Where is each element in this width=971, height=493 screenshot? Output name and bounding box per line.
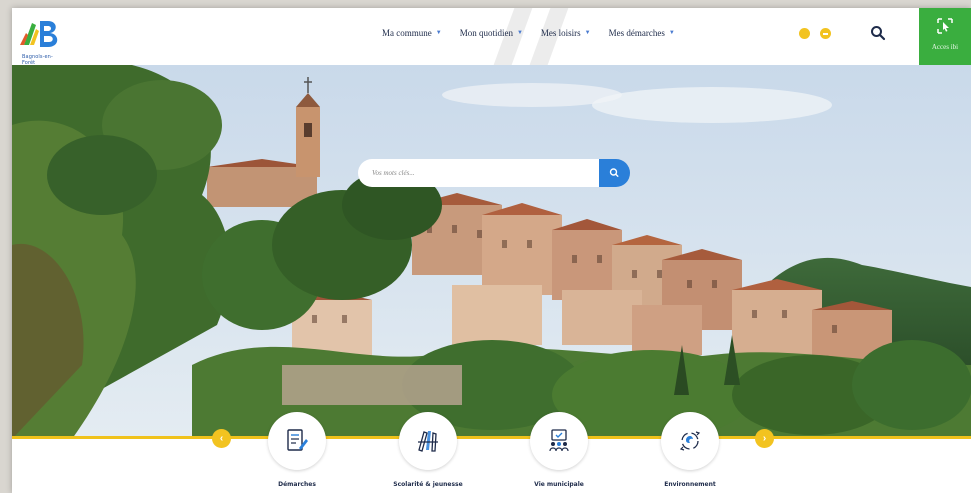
hero-search <box>358 159 630 187</box>
chevron-down-icon: ▼ <box>516 30 523 36</box>
nav-item-mes-loisirs[interactable]: Mes loisirs ▼ <box>541 28 591 38</box>
carousel-prev-button[interactable]: ‹ <box>212 429 231 448</box>
quick-access-circle <box>268 412 326 470</box>
search-input[interactable] <box>358 159 602 187</box>
people-board-icon <box>549 429 569 452</box>
logo-text: Bagnols-en-Forêt <box>22 54 53 66</box>
chevron-down-icon: ▼ <box>584 30 591 36</box>
nav-item-mes-demarches[interactable]: Mes démarches ▼ <box>609 28 675 38</box>
chevron-left-icon: ‹ <box>219 433 224 444</box>
nav-item-label: Mes démarches <box>608 28 665 38</box>
main-nav: Ma commune ▼ Mon quotidien ▼ Mes loisirs… <box>382 28 693 38</box>
chevron-down-icon: ▼ <box>435 30 442 36</box>
accessibility-button[interactable]: Acces ibi <box>919 8 971 65</box>
village-photo <box>12 65 971 439</box>
document-pen-icon <box>287 429 308 451</box>
quick-access-label: Scolarité & jeunesse <box>393 481 463 488</box>
quick-access-bar <box>12 436 971 493</box>
contrast-toggle-icon[interactable] <box>799 28 810 39</box>
quick-access-circle <box>399 412 457 470</box>
quick-access-label: Vie municipale <box>534 481 584 488</box>
nav-item-mon-quotidien[interactable]: Mon quotidien ▼ <box>460 28 523 38</box>
quick-access-circle <box>661 412 719 470</box>
header-search-button[interactable] <box>870 25 886 41</box>
browser-page: Bagnols-en-Forêt Ma commune ▼ Mon quotid… <box>12 8 971 493</box>
search-icon <box>609 168 619 177</box>
quick-access-scolarite[interactable]: Scolarité & jeunesse <box>373 412 483 488</box>
chevron-right-icon: › <box>762 433 767 444</box>
quick-access-label: Environnement <box>664 481 716 488</box>
chevron-down-icon: ▼ <box>668 30 675 36</box>
accessibility-label: Acces ibi <box>931 43 959 51</box>
nav-item-label: Mon quotidien <box>459 28 513 38</box>
search-submit-button[interactable] <box>599 159 630 187</box>
quick-access-label: Démarches <box>278 481 316 488</box>
nav-item-label: Ma commune <box>382 28 432 38</box>
search-icon <box>871 26 886 41</box>
quick-access-circle <box>530 412 588 470</box>
logo-mark <box>20 21 58 47</box>
nav-item-ma-commune[interactable]: Ma commune ▼ <box>382 28 442 38</box>
accessibility-cursor-icon <box>937 18 953 34</box>
site-header: Bagnols-en-Forêt Ma commune ▼ Mon quotid… <box>12 8 971 66</box>
text-size-toggle-icon[interactable] <box>820 28 831 39</box>
site-logo[interactable]: Bagnols-en-Forêt <box>18 15 64 66</box>
hero-banner <box>12 65 971 439</box>
quick-access-vie-municipale[interactable]: Vie municipale <box>504 412 614 488</box>
pencils-icon <box>418 431 438 452</box>
nav-item-label: Mes loisirs <box>540 28 581 38</box>
quick-access-demarches[interactable]: Démarches <box>242 412 352 488</box>
recycle-icon <box>679 431 701 451</box>
carousel-next-button[interactable]: › <box>755 429 774 448</box>
quick-access-environnement[interactable]: Environnement <box>635 412 745 488</box>
